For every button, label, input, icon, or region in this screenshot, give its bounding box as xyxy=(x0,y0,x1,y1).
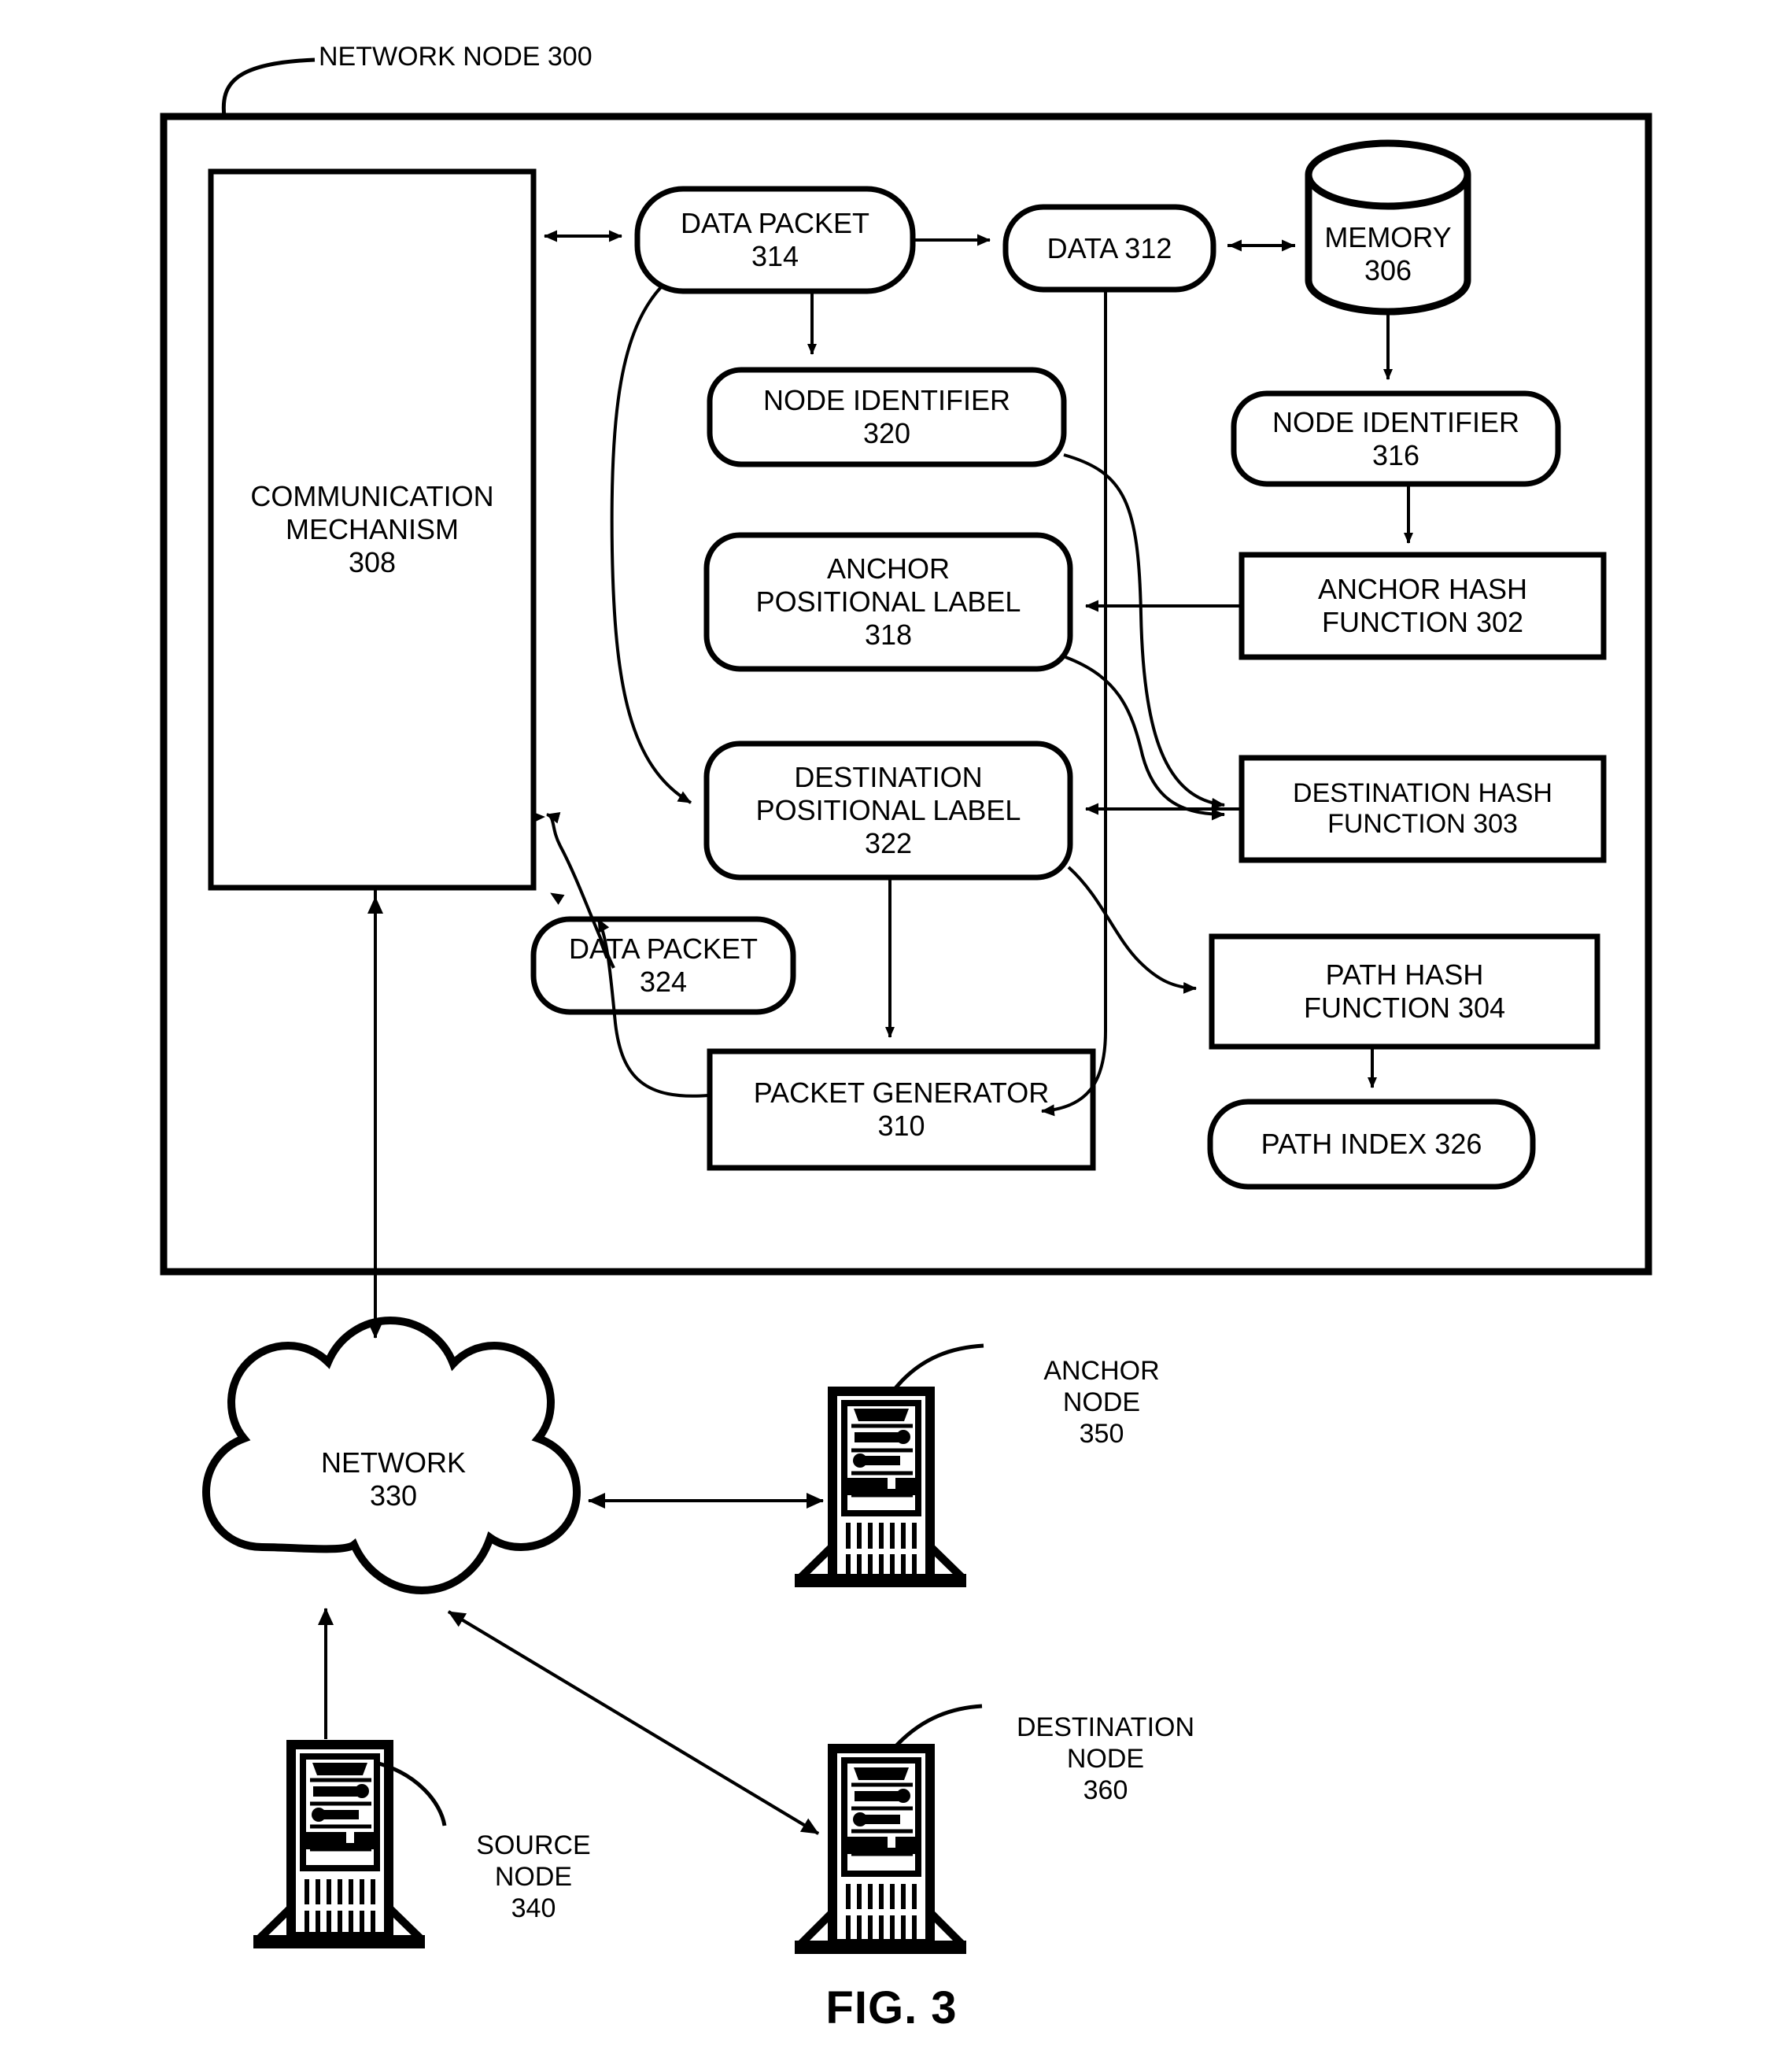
source-node-340-callout-label: SOURCE NODE 340 xyxy=(476,1830,591,1924)
network-330-cloud[interactable] xyxy=(201,1316,581,1595)
destination-node-360-callout-label: DESTINATION NODE 360 xyxy=(1016,1712,1195,1806)
diagram-vector-layer xyxy=(160,57,1652,1954)
anchor-node-350-server-icon[interactable] xyxy=(795,1343,984,1587)
network-node-callout-label: NETWORK NODE 300 xyxy=(319,42,592,72)
anchor-positional-label-318-box[interactable] xyxy=(703,532,1073,672)
node-identifier-320-box[interactable] xyxy=(707,367,1067,467)
path-index-326-box[interactable] xyxy=(1207,1099,1536,1190)
connector-network-to-destination xyxy=(447,1610,820,1835)
source-node-340-server-icon[interactable] xyxy=(253,1740,447,1948)
destination-positional-label-322-box[interactable] xyxy=(703,741,1073,881)
packet-generator-310-box[interactable] xyxy=(707,1048,1096,1171)
figure-caption: FIG. 3 xyxy=(825,1982,958,2033)
figure-canvas: NETWORK NODE 300 COMMUNICATION MECHANISM… xyxy=(0,0,1783,2072)
destination-node-360-server-icon[interactable] xyxy=(795,1704,983,1954)
anchor-hash-function-302-box[interactable] xyxy=(1239,552,1607,660)
memory-306-cylinder[interactable] xyxy=(1305,139,1471,316)
anchor-node-350-callout-label: ANCHOR NODE 350 xyxy=(1043,1356,1160,1450)
destination-hash-function-303-box[interactable] xyxy=(1239,755,1607,863)
communication-mechanism-box[interactable] xyxy=(208,168,537,891)
data-packet-324-box[interactable] xyxy=(530,916,796,1015)
data-312-box[interactable] xyxy=(1002,204,1216,293)
node-identifier-316-box[interactable] xyxy=(1231,390,1561,487)
path-hash-function-304-box[interactable] xyxy=(1209,933,1600,1050)
data-packet-314-box[interactable] xyxy=(634,186,916,294)
network-node-boundary xyxy=(160,57,1652,1276)
